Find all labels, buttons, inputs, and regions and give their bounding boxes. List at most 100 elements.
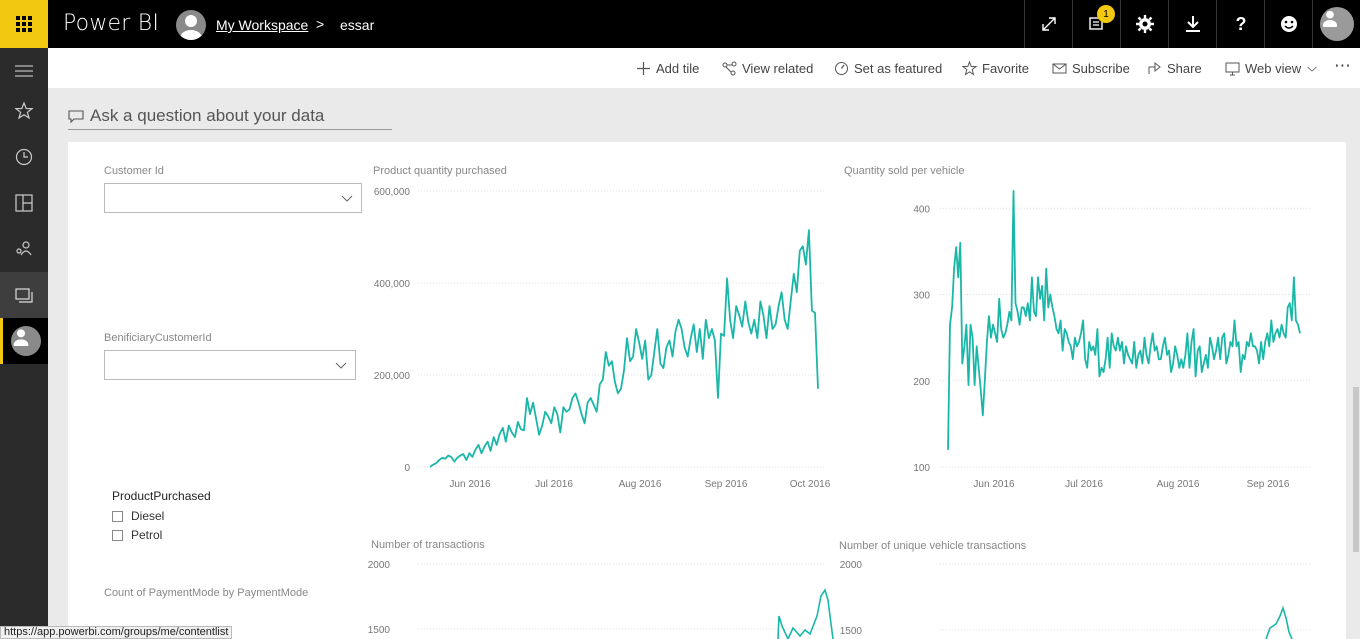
chart-title-transactions: Number of transactions xyxy=(371,539,485,551)
product-option-petrol[interactable]: Petrol xyxy=(112,528,162,542)
product-purchased-slicer-title: ProductPurchased xyxy=(112,489,211,503)
my-workspace-avatar xyxy=(10,326,41,356)
apps-icon xyxy=(15,194,33,212)
status-bar-url: https://app.powerbi.com/groups/me/conten… xyxy=(0,626,233,639)
y-tick-label: 600,000 xyxy=(374,187,411,198)
series-line xyxy=(947,190,1301,450)
settings-icon xyxy=(1135,15,1154,33)
featured-gauge-icon xyxy=(835,62,848,75)
help-button[interactable]: ? xyxy=(1216,0,1264,48)
svg-text:?: ? xyxy=(1235,14,1246,34)
canvas-scrollbar[interactable] xyxy=(1352,142,1360,639)
user-avatar xyxy=(1319,7,1354,41)
breadcrumb-current: essar xyxy=(340,17,375,33)
x-tick-label: Aug 2016 xyxy=(1157,479,1200,490)
set-as-featured-label: Set as featured xyxy=(854,61,943,76)
checkbox[interactable] xyxy=(112,510,123,522)
y-tick-label: 1500 xyxy=(368,625,390,636)
qa-bar: Ask a question about your data xyxy=(48,88,1360,142)
x-tick-label: Oct 2016 xyxy=(790,479,831,490)
x-tick-label: Jul 2016 xyxy=(1065,479,1103,490)
customer-id-dropdown[interactable] xyxy=(104,183,362,213)
notifications-button[interactable]: 1 xyxy=(1072,0,1120,48)
checkbox[interactable] xyxy=(112,529,123,541)
feedback-smiley-icon xyxy=(1280,16,1297,32)
beneficiary-dropdown[interactable] xyxy=(104,350,356,380)
breadcrumb-separator: > xyxy=(316,16,325,32)
workspaces-icon xyxy=(15,288,33,303)
help-icon: ? xyxy=(1235,14,1246,34)
web-view-label: Web view xyxy=(1245,61,1302,76)
nav-workspaces[interactable] xyxy=(0,272,48,318)
y-tick-label: 300 xyxy=(913,291,930,302)
top-bar: Power BI My Workspace > essar 1 ? xyxy=(0,0,1360,48)
top-icon-bar: 1 ? xyxy=(1024,0,1360,48)
x-tick-label: Aug 2016 xyxy=(619,479,662,490)
add-tile-button[interactable]: Add tile xyxy=(636,61,699,76)
favorite-label: Favorite xyxy=(982,61,1029,76)
x-tick-label: Sep 2016 xyxy=(1247,479,1290,490)
scrollbar-thumb[interactable] xyxy=(1353,387,1359,552)
chevron-down-icon xyxy=(335,362,347,369)
series-line xyxy=(429,229,819,468)
subscribe-label: Subscribe xyxy=(1072,61,1130,76)
series-line xyxy=(1265,605,1293,639)
qa-search-input[interactable]: Ask a question about your data xyxy=(68,102,392,130)
expand-icon xyxy=(1041,17,1056,31)
chevron-down-icon xyxy=(1307,66,1317,72)
nav-favorites[interactable] xyxy=(0,88,48,134)
settings-button[interactable] xyxy=(1120,0,1168,48)
share-icon xyxy=(1148,61,1161,74)
chevron-down-icon xyxy=(341,195,353,202)
favorite-star-icon xyxy=(962,61,977,76)
monitor-icon xyxy=(1225,62,1240,76)
view-related-button[interactable]: View related xyxy=(722,61,813,76)
download-icon xyxy=(1185,16,1200,32)
quantity-per-vehicle-chart[interactable]: 400 300 200 100 Jun 2016 Jul 2016 Aug 2016 Sep … xyxy=(834,180,1314,492)
qa-placeholder: Ask a question about your data xyxy=(90,105,325,125)
unique-vehicle-transactions-chart[interactable]: 2000 1500 xyxy=(834,556,1314,639)
nav-shared-with-me[interactable] xyxy=(0,226,48,272)
customer-id-slicer-title: Customer Id xyxy=(104,165,164,177)
share-label: Share xyxy=(1167,61,1202,76)
share-button[interactable]: Share xyxy=(1147,61,1202,76)
chart-title-product-quantity: Product quantity purchased xyxy=(373,165,507,177)
x-tick-label: Jun 2016 xyxy=(449,479,491,490)
breadcrumb-workspace-link[interactable]: My Workspace xyxy=(216,17,308,33)
download-button[interactable] xyxy=(1168,0,1216,48)
plus-icon xyxy=(637,62,650,75)
y-tick-label: 2000 xyxy=(368,560,390,571)
left-nav xyxy=(0,48,48,639)
x-tick-label: Sep 2016 xyxy=(705,479,748,490)
product-quantity-chart[interactable]: 600,000 400,000 200,000 0 Jun 2016 Jul 2016 Au… xyxy=(368,180,838,492)
subscribe-button[interactable]: Subscribe xyxy=(1052,61,1130,76)
speech-bubble-icon xyxy=(68,109,84,123)
more-options-button[interactable]: ⋯ xyxy=(1334,56,1351,76)
product-option-diesel[interactable]: Diesel xyxy=(112,509,164,523)
mail-icon xyxy=(1052,63,1067,74)
y-tick-label: 0 xyxy=(404,463,410,474)
chart-title-unique-vehicle-transactions: Number of unique vehicle transactions xyxy=(839,540,1027,552)
feedback-button[interactable] xyxy=(1264,0,1312,48)
x-tick-label: Jun 2016 xyxy=(973,479,1015,490)
set-as-featured-button[interactable]: Set as featured xyxy=(834,61,942,76)
y-tick-label: 2000 xyxy=(840,560,863,571)
favorite-button[interactable]: Favorite xyxy=(962,61,1029,76)
recent-clock-icon xyxy=(15,148,33,166)
account-button[interactable] xyxy=(1312,0,1360,48)
notification-badge: 1 xyxy=(1097,5,1115,23)
nav-apps[interactable] xyxy=(0,180,48,226)
app-title[interactable]: Power BI xyxy=(63,11,159,36)
hamburger-icon xyxy=(15,65,33,77)
dashboard-canvas: Customer Id BenificiaryCustomerId Produc… xyxy=(68,142,1346,639)
x-tick-label: Jul 2016 xyxy=(535,479,573,490)
dashboard-action-bar: Add tile View related Set as featured Fa… xyxy=(48,48,1360,88)
expand-button[interactable] xyxy=(1024,0,1072,48)
transactions-chart[interactable]: 2000 1500 xyxy=(368,556,838,639)
app-launcher-button[interactable] xyxy=(0,0,48,48)
nav-recent[interactable] xyxy=(0,134,48,180)
y-tick-label: 400 xyxy=(913,204,930,215)
y-tick-label: 200,000 xyxy=(374,371,411,382)
nav-my-workspace[interactable] xyxy=(0,318,48,364)
web-view-dropdown[interactable]: Web view xyxy=(1225,61,1318,76)
